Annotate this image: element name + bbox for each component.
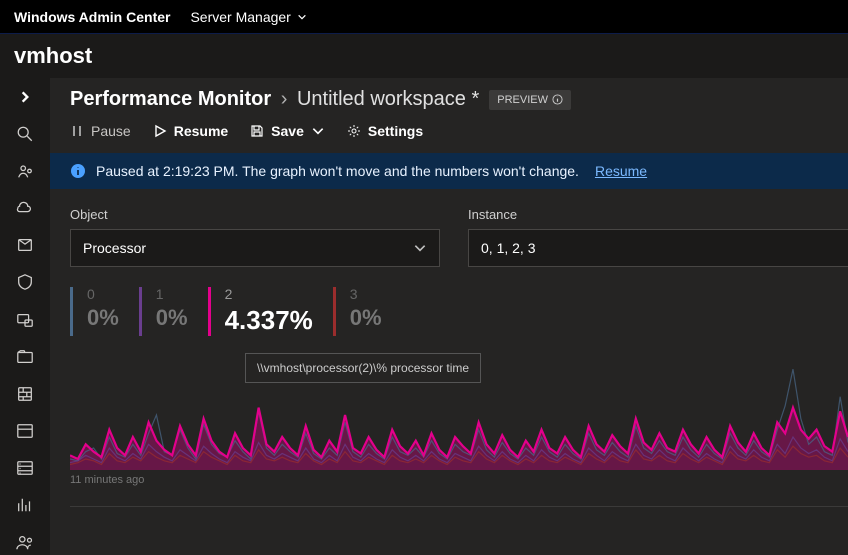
info-icon bbox=[70, 163, 86, 179]
firewall-icon[interactable] bbox=[8, 381, 42, 407]
stat-cpu-1[interactable]: 10% bbox=[139, 287, 208, 336]
page-title: Performance Monitor bbox=[70, 88, 271, 110]
tooltip: \\vmhost\processor(2)\% processor time bbox=[245, 353, 481, 383]
perf-icon[interactable] bbox=[8, 492, 42, 518]
stat-value: 4.337% bbox=[225, 305, 313, 336]
workspace-name: Untitled workspace * bbox=[297, 88, 479, 110]
pause-button[interactable]: Pause bbox=[70, 123, 131, 139]
banner-text: Paused at 2:19:23 PM. The graph won't mo… bbox=[96, 163, 579, 179]
resume-label: Resume bbox=[174, 123, 228, 139]
stat-value: 0% bbox=[350, 305, 382, 331]
object-label: Object bbox=[70, 207, 440, 222]
rail-expand[interactable] bbox=[8, 84, 42, 110]
events-icon[interactable] bbox=[8, 306, 42, 332]
next-panel-divider bbox=[70, 506, 848, 514]
server-manager-menu[interactable]: Server Manager bbox=[190, 9, 306, 25]
stat-value: 0% bbox=[156, 305, 188, 331]
devices-icon[interactable] bbox=[8, 269, 42, 295]
azure-icon[interactable] bbox=[8, 195, 42, 221]
object-select[interactable]: Processor bbox=[70, 229, 440, 267]
stat-value: 0% bbox=[87, 305, 119, 331]
chevron-down-icon bbox=[297, 12, 307, 22]
preview-label: PREVIEW bbox=[497, 94, 548, 106]
play-icon bbox=[153, 124, 167, 138]
topbar: Windows Admin Center Server Manager bbox=[0, 0, 848, 34]
stat-cpu-3[interactable]: 30% bbox=[333, 287, 402, 336]
resume-button[interactable]: Resume bbox=[153, 123, 228, 139]
save-button[interactable]: Save bbox=[250, 123, 325, 139]
storage-icon[interactable] bbox=[8, 455, 42, 481]
gear-icon bbox=[347, 124, 361, 138]
info-banner: Paused at 2:19:23 PM. The graph won't mo… bbox=[50, 153, 848, 189]
services-icon[interactable] bbox=[8, 418, 42, 444]
instance-select[interactable]: 0, 1, 2, 3 bbox=[468, 229, 848, 267]
instance-value: 0, 1, 2, 3 bbox=[481, 240, 535, 256]
info-icon bbox=[552, 94, 563, 105]
server-manager-label: Server Manager bbox=[190, 9, 290, 25]
chart-time-range: 11 minutes ago bbox=[70, 474, 848, 486]
banner-resume-link[interactable]: Resume bbox=[595, 163, 647, 179]
brand[interactable]: Windows Admin Center bbox=[14, 9, 170, 25]
pause-icon bbox=[70, 124, 84, 138]
chevron-down-icon bbox=[311, 124, 325, 138]
settings-button[interactable]: Settings bbox=[347, 123, 423, 139]
host-name: vmhost bbox=[14, 43, 92, 69]
stat-cpu-0[interactable]: 00% bbox=[70, 287, 139, 336]
main-region: Performance Monitor › Untitled workspace… bbox=[50, 78, 848, 555]
stat-name: 1 bbox=[156, 287, 188, 301]
settings-label: Settings bbox=[368, 123, 423, 139]
save-icon bbox=[250, 124, 264, 138]
files-icon[interactable] bbox=[8, 344, 42, 370]
chevron-down-icon bbox=[413, 241, 427, 255]
stat-cpu-2[interactable]: 2 4.337% bbox=[208, 287, 333, 336]
stat-row: 00%10%24.337%30%\\vmhost\processor(2)\% … bbox=[70, 287, 848, 336]
page-header: Performance Monitor › Untitled workspace… bbox=[50, 78, 848, 117]
host-bar: vmhost bbox=[0, 34, 848, 78]
search-icon[interactable] bbox=[8, 121, 42, 147]
stat-name: 3 bbox=[350, 287, 382, 301]
side-rail bbox=[0, 78, 50, 555]
stat-name: 2 bbox=[225, 287, 313, 301]
object-value: Processor bbox=[83, 240, 146, 256]
save-label: Save bbox=[271, 123, 304, 139]
stat-name: 0 bbox=[87, 287, 119, 301]
breadcrumb: Performance Monitor › Untitled workspace… bbox=[70, 88, 479, 111]
instance-label: Instance bbox=[468, 207, 848, 222]
toolbar: Pause Resume Save Settings bbox=[50, 117, 848, 153]
pause-label: Pause bbox=[91, 123, 131, 139]
preview-badge: PREVIEW bbox=[489, 90, 571, 110]
overview-icon[interactable] bbox=[8, 158, 42, 184]
perf-card: Object Processor Instance 0, 1, 2, 3 00%… bbox=[70, 207, 848, 486]
certificates-icon[interactable] bbox=[8, 232, 42, 258]
users-icon[interactable] bbox=[8, 529, 42, 555]
